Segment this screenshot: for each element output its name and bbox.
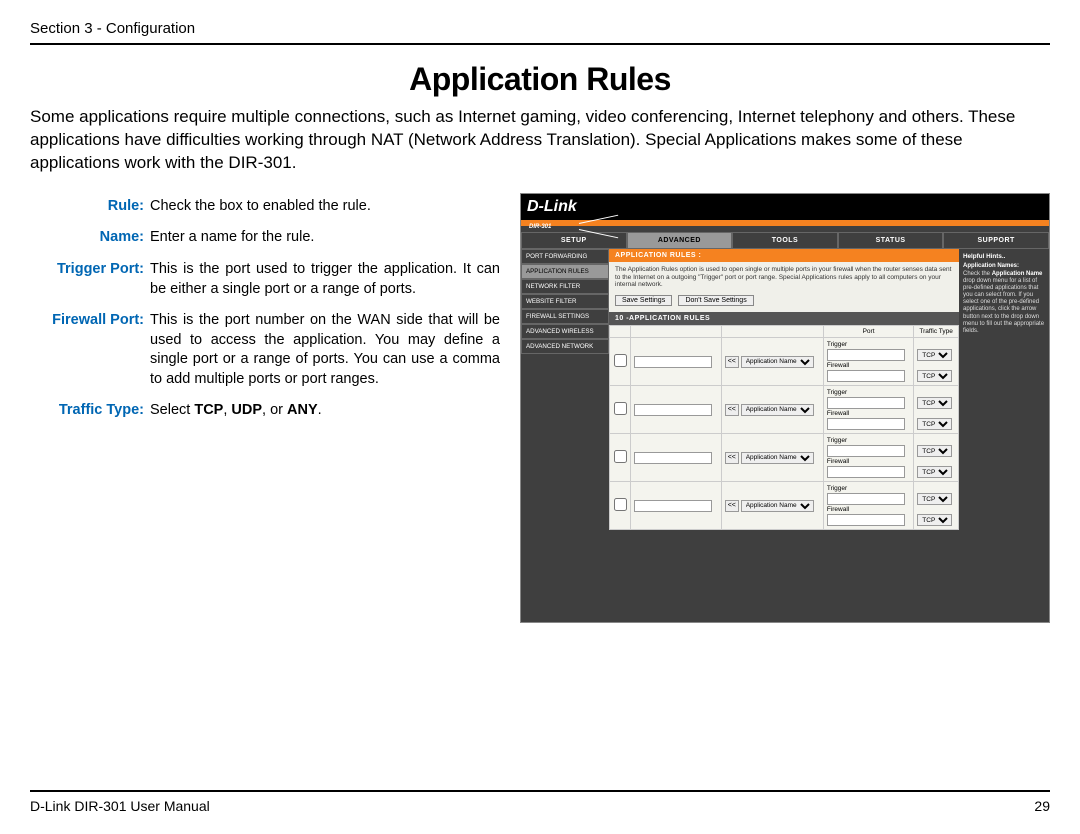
trigger-traffic-select[interactable]: TCP — [917, 445, 952, 457]
def-term: Firewall Port: — [30, 307, 150, 397]
page-footer: D-Link DIR-301 User Manual 29 — [30, 790, 1050, 814]
rule-name-input[interactable] — [634, 500, 712, 512]
rule-enable-checkbox[interactable] — [614, 498, 627, 511]
tab-tools[interactable]: TOOLS — [732, 232, 838, 249]
helpful-hints-panel: Helpful Hints.. Application Names:Check … — [959, 249, 1049, 530]
application-name-select[interactable]: Application Name — [741, 356, 814, 368]
tab-advanced[interactable]: ADVANCED — [627, 232, 733, 249]
trigger-label: Trigger — [827, 341, 847, 348]
section-description: The Application Rules option is used to … — [609, 262, 959, 293]
definitions-list: Rule:Check the box to enabled the rule.N… — [30, 193, 500, 429]
tab-status[interactable]: STATUS — [838, 232, 944, 249]
intro-text: Some applications require multiple conne… — [30, 106, 1050, 175]
sidebar-item[interactable]: ADVANCED WIRELESS — [521, 324, 609, 339]
def-term: Rule: — [30, 193, 150, 225]
hints-body: Application Names:Check the Application … — [963, 263, 1045, 335]
rules-count-header: 10 -APPLICATION RULES — [609, 312, 959, 325]
firewall-traffic-select[interactable]: TCP — [917, 466, 952, 478]
sidebar-item[interactable]: FIREWALL SETTINGS — [521, 309, 609, 324]
firewall-port-input[interactable] — [827, 466, 905, 478]
application-name-select[interactable]: Application Name — [741, 500, 814, 512]
hints-title: Helpful Hints.. — [963, 253, 1045, 261]
section-header: APPLICATION RULES : — [609, 249, 959, 262]
dont-save-settings-button[interactable]: Don't Save Settings — [678, 295, 753, 306]
trigger-port-input[interactable] — [827, 445, 905, 457]
trigger-label: Trigger — [827, 485, 847, 492]
apply-preset-button[interactable]: << — [725, 356, 739, 368]
trigger-port-input[interactable] — [827, 493, 905, 505]
rule-enable-checkbox[interactable] — [614, 402, 627, 415]
firewall-label: Firewall — [827, 410, 849, 417]
tab-setup[interactable]: SETUP — [521, 232, 627, 249]
trigger-traffic-select[interactable]: TCP — [917, 397, 952, 409]
firewall-traffic-select[interactable]: TCP — [917, 418, 952, 430]
rule-name-input[interactable] — [634, 452, 712, 464]
save-settings-button[interactable]: Save Settings — [615, 295, 672, 306]
rule-name-input[interactable] — [634, 404, 712, 416]
rule-enable-checkbox[interactable] — [614, 450, 627, 463]
apply-preset-button[interactable]: << — [725, 500, 739, 512]
device-model: DIR-301 — [529, 224, 551, 230]
footer-manual-name: D-Link DIR-301 User Manual — [30, 798, 210, 814]
sidebar-item[interactable]: PORT FORWARDING — [521, 249, 609, 264]
application-name-select[interactable]: Application Name — [741, 452, 814, 464]
firewall-traffic-select[interactable]: TCP — [917, 514, 952, 526]
firewall-traffic-select[interactable]: TCP — [917, 370, 952, 382]
def-term: Trigger Port: — [30, 256, 150, 307]
def-term: Traffic Type: — [30, 397, 150, 429]
trigger-traffic-select[interactable]: TCP — [917, 349, 952, 361]
def-value: This is the port number on the WAN side … — [150, 307, 500, 397]
def-value: Select TCP, UDP, or ANY. — [150, 397, 500, 429]
apply-preset-button[interactable]: << — [725, 404, 739, 416]
firewall-label: Firewall — [827, 506, 849, 513]
rules-table: PortTraffic Type << Application Name Trigg… — [609, 325, 959, 530]
sidebar-item[interactable]: WEBSITE FILTER — [521, 294, 609, 309]
col-traffic: Traffic Type — [914, 326, 959, 338]
firewall-port-input[interactable] — [827, 418, 905, 430]
page-header: Section 3 - Configuration — [30, 20, 1050, 45]
tab-support[interactable]: SUPPORT — [943, 232, 1049, 249]
trigger-label: Trigger — [827, 437, 847, 444]
firewall-port-input[interactable] — [827, 514, 905, 526]
apply-preset-button[interactable]: << — [725, 452, 739, 464]
sidebar-item[interactable]: APPLICATION RULES — [521, 264, 609, 279]
application-name-select[interactable]: Application Name — [741, 404, 814, 416]
def-value: This is the port used to trigger the app… — [150, 256, 500, 307]
router-screenshot: D-Link DIR-301 SETUPADVANCEDTOOLSSTATUSS… — [520, 193, 1050, 623]
brand-bar: D-Link — [521, 194, 1049, 220]
sidebar-item[interactable]: NETWORK FILTER — [521, 279, 609, 294]
firewall-label: Firewall — [827, 458, 849, 465]
trigger-port-input[interactable] — [827, 349, 905, 361]
trigger-traffic-select[interactable]: TCP — [917, 493, 952, 505]
dlink-logo: D-Link — [527, 198, 577, 215]
page-title: Application Rules — [30, 61, 1050, 98]
main-panel: APPLICATION RULES : The Application Rule… — [609, 249, 959, 530]
def-value: Check the box to enabled the rule. — [150, 193, 500, 225]
col-port: Port — [823, 326, 913, 338]
sidebar-item[interactable]: ADVANCED NETWORK — [521, 339, 609, 354]
rule-name-input[interactable] — [634, 356, 712, 368]
trigger-label: Trigger — [827, 389, 847, 396]
rule-enable-checkbox[interactable] — [614, 354, 627, 367]
decorative-lines — [579, 223, 619, 233]
firewall-port-input[interactable] — [827, 370, 905, 382]
def-term: Name: — [30, 224, 150, 256]
sidebar-nav: PORT FORWARDINGAPPLICATION RULESNETWORK … — [521, 249, 609, 530]
def-value: Enter a name for the rule. — [150, 224, 500, 256]
footer-page-number: 29 — [1034, 798, 1050, 814]
trigger-port-input[interactable] — [827, 397, 905, 409]
firewall-label: Firewall — [827, 362, 849, 369]
